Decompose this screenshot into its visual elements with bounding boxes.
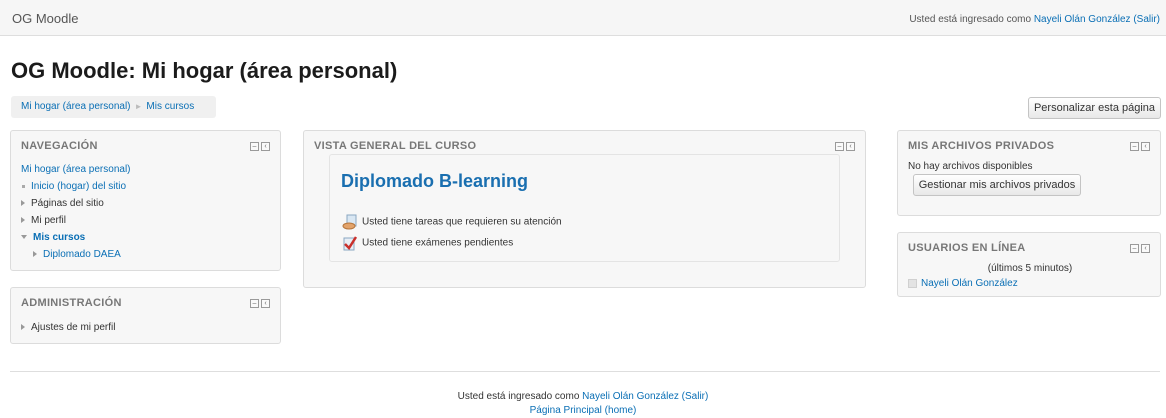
block-controls: – ‹ — [1130, 244, 1150, 253]
breadcrumb-separator-icon: ► — [134, 102, 143, 111]
dock-icon[interactable]: – — [1130, 244, 1139, 253]
quiz-notice[interactable]: Usted tiene exámenes pendientes — [342, 235, 513, 251]
nav-site-home[interactable]: Inicio (hogar) del sitio — [31, 181, 126, 192]
site-brand[interactable]: OG Moodle — [12, 11, 78, 26]
expand-icon[interactable] — [21, 217, 25, 224]
expand-icon[interactable] — [21, 324, 25, 331]
login-info: Usted está ingresado como Nayeli Olán Go… — [909, 14, 1160, 25]
user-profile-link[interactable]: Nayeli Olán González — [1034, 14, 1131, 25]
collapse-arrow-icon[interactable] — [21, 235, 27, 240]
course-title-link[interactable]: Diplomado B-learning — [341, 171, 528, 192]
private-files-title: MIS ARCHIVOS PRIVADOS — [908, 140, 1055, 152]
manage-private-files-button[interactable]: Gestionar mis archivos privados — [913, 174, 1081, 196]
block-controls: – ‹ — [1130, 142, 1150, 151]
user-avatar — [908, 278, 917, 288]
navigation-block: NAVEGACIÓN – ‹ Mi hogar (área personal) … — [10, 130, 281, 271]
footer-divider — [10, 371, 1160, 372]
assignment-notice-text: Usted tiene tareas que requieren su aten… — [362, 216, 562, 228]
course-overview-title: VISTA GENERAL DEL CURSO — [314, 140, 477, 152]
footer-login-prefix: Usted está ingresado como — [457, 391, 580, 402]
expand-icon[interactable] — [21, 200, 25, 207]
quiz-notice-text: Usted tiene exámenes pendientes — [362, 237, 514, 249]
footer-logout-link[interactable]: (Salir) — [682, 391, 709, 402]
dock-icon[interactable]: – — [835, 142, 844, 151]
online-user-name[interactable]: Nayeli Olán González — [921, 278, 1018, 289]
block-controls: – ‹ — [835, 142, 855, 151]
block-controls: – ‹ — [250, 299, 270, 308]
assignment-notice[interactable]: Usted tiene tareas que requieren su aten… — [342, 214, 562, 230]
nav-my-courses[interactable]: Mis cursos — [33, 232, 85, 243]
online-users-title: USUARIOS EN LÍNEA — [908, 242, 1026, 254]
collapse-icon[interactable]: ‹ — [261, 142, 270, 151]
online-user-item[interactable]: Nayeli Olán González — [908, 278, 1018, 289]
administration-block-title: ADMINISTRACIÓN — [21, 297, 122, 309]
bullet-icon — [22, 184, 25, 188]
breadcrumb-my-courses[interactable]: Mis cursos — [146, 101, 194, 112]
collapse-icon[interactable]: ‹ — [1141, 244, 1150, 253]
expand-icon[interactable] — [33, 251, 37, 258]
nav-course-daea[interactable]: Diplomado DAEA — [43, 249, 121, 260]
collapse-icon[interactable]: ‹ — [261, 299, 270, 308]
online-users-block: USUARIOS EN LÍNEA – ‹ (últimos 5 minutos… — [897, 232, 1161, 297]
footer-home: Página Principal (home) — [0, 405, 1166, 416]
administration-block: ADMINISTRACIÓN – ‹ Ajustes de mi perfil — [10, 287, 281, 344]
course-box: Diplomado B-learning Usted tiene tareas … — [329, 154, 840, 262]
collapse-icon[interactable]: ‹ — [846, 142, 855, 151]
navigation-tree: Mi hogar (área personal) Inicio (hogar) … — [21, 163, 131, 265]
top-navbar: OG Moodle Usted está ingresado como Naye… — [0, 0, 1166, 36]
logout-link[interactable]: (Salir) — [1133, 14, 1160, 25]
breadcrumb-home[interactable]: Mi hogar (área personal) — [21, 101, 131, 112]
dock-icon[interactable]: – — [250, 299, 259, 308]
footer-login-info: Usted está ingresado como Nayeli Olán Go… — [0, 391, 1166, 402]
assignment-icon — [342, 214, 357, 230]
course-overview-block: VISTA GENERAL DEL CURSO – ‹ Diplomado B-… — [303, 130, 866, 288]
navigation-block-title: NAVEGACIÓN — [21, 140, 98, 152]
administration-tree: Ajustes de mi perfil — [21, 321, 115, 338]
nav-my-profile[interactable]: Mi perfil — [31, 215, 66, 226]
footer-home-link[interactable]: Página Principal (home) — [530, 405, 637, 416]
dock-icon[interactable]: – — [1130, 142, 1139, 151]
page-title: OG Moodle: Mi hogar (área personal) — [11, 58, 398, 83]
breadcrumb: Mi hogar (área personal) ► Mis cursos — [11, 96, 216, 118]
private-files-block: MIS ARCHIVOS PRIVADOS – ‹ No hay archivo… — [897, 130, 1161, 216]
nav-my-home[interactable]: Mi hogar (área personal) — [21, 164, 131, 175]
nav-site-pages[interactable]: Páginas del sitio — [31, 198, 104, 209]
dock-icon[interactable]: – — [250, 142, 259, 151]
online-users-period: (últimos 5 minutos) — [987, 263, 1073, 274]
quiz-icon — [343, 236, 358, 251]
nav-profile-settings[interactable]: Ajustes de mi perfil — [31, 322, 115, 333]
footer-user-link[interactable]: Nayeli Olán González — [582, 391, 679, 402]
customize-page-button[interactable]: Personalizar esta página — [1028, 97, 1161, 119]
login-prefix: Usted está ingresado como — [909, 14, 1032, 25]
no-files-text: No hay archivos disponibles — [908, 161, 1033, 172]
collapse-icon[interactable]: ‹ — [1141, 142, 1150, 151]
block-controls: – ‹ — [250, 142, 270, 151]
